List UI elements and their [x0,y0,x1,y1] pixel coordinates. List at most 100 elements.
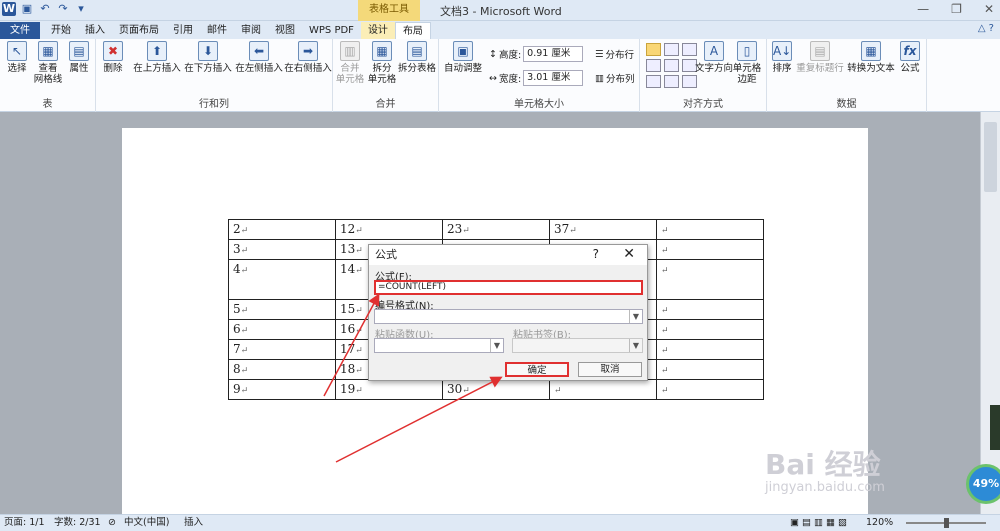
align-middle-left-icon[interactable] [646,59,661,72]
text-direction-icon: A [704,41,724,61]
restore-icon[interactable]: ❐ [951,2,962,16]
insert-below-button[interactable]: ⬇ 在下方插入 [183,41,233,74]
word-count[interactable]: 字数: 2/31 [54,515,101,531]
zoom-slider[interactable] [906,518,986,528]
width-input[interactable]: 3.01 厘米 [523,70,584,86]
table-cell[interactable]: 30↵ [442,379,550,400]
close-icon[interactable]: ✕ [984,2,994,16]
window-controls: — ❐ ✕ [917,2,994,16]
table-cell[interactable]: 2↵ [228,219,336,240]
save-icon[interactable]: ▣ [20,2,34,16]
dialog-help-icon[interactable]: ? [593,247,599,261]
convert-to-text-button[interactable]: ▦ 转换为文本 [847,41,895,74]
table-cell[interactable]: ↵ [656,219,764,240]
table-cell[interactable]: 23↵ [442,219,550,240]
height-input[interactable]: 0.91 厘米 [523,46,584,62]
align-middle-center-icon[interactable] [664,59,679,72]
table-cell[interactable]: ↵ [656,259,764,300]
table-row[interactable]: 9↵ 19↵ 30↵ ↵ ↵ [228,379,764,400]
redo-icon[interactable]: ↷ [56,2,70,16]
align-top-left-icon[interactable] [646,43,661,56]
tab-layout[interactable]: 布局 [394,22,431,39]
table-tools-context-label: 表格工具 [358,0,420,21]
scrollbar-thumb[interactable] [984,122,997,192]
group-data: A↓ 排序 ▤ 重复标题行 ▦ 转换为文本 fx 公式 数据 [767,39,927,112]
table-cell[interactable]: 7↵ [228,339,336,360]
sort-button[interactable]: A↓ 排序 [769,41,795,74]
table-cell[interactable]: 3↵ [228,239,336,260]
table-cell[interactable]: 6↵ [228,319,336,340]
table-cell[interactable]: ↵ [549,379,657,400]
align-bottom-left-icon[interactable] [646,75,661,88]
table-cell[interactable]: 8↵ [228,359,336,380]
formula-button[interactable]: fx 公式 [897,41,923,74]
properties-button[interactable]: ▤ 属性 [66,41,92,74]
table-row[interactable]: 2↵ 12↵ 23↵ 37↵ ↵ [228,219,764,240]
language-indicator[interactable]: 中文(中国) [124,515,169,531]
table-cell[interactable]: 12↵ [335,219,443,240]
tab-file[interactable]: 文件 [0,22,40,39]
table-cell[interactable]: 19↵ [335,379,443,400]
text-direction-button[interactable]: A 文字方向 [694,41,734,74]
table-cell[interactable]: 5↵ [228,299,336,320]
view-gridlines-button[interactable]: ▦ 查看 网格线 [32,41,64,85]
split-cells-icon: ▦ [372,41,392,61]
table-cell[interactable]: 37↵ [549,219,657,240]
cell-margins-button[interactable]: ▯ 单元格 边距 [732,41,762,85]
paste-bookmark-select[interactable]: ▼ [512,338,643,353]
split-cells-button[interactable]: ▦ 拆分 单元格 [367,41,397,85]
insert-above-button[interactable]: ⬆ 在上方插入 [132,41,182,74]
number-format-select[interactable]: ▼ [374,309,643,324]
cancel-button[interactable]: 取消 [578,362,642,377]
tab-view[interactable]: 视图 [268,22,302,39]
table-cell[interactable]: 4↵ [228,259,336,300]
quick-access-toolbar: W ▣ ↶ ↷ ▾ [2,2,88,16]
align-top-center-icon[interactable] [664,43,679,56]
paragraph-mark-icon: ↵ [661,386,669,396]
select-button[interactable]: ↖ 选择 [4,41,30,74]
table-cell[interactable]: ↵ [656,299,764,320]
align-bottom-center-icon[interactable] [664,75,679,88]
table-cell[interactable]: ↵ [656,359,764,380]
insert-right-button[interactable]: ➡ 在右侧插入 [283,41,333,74]
tab-review[interactable]: 审阅 [234,22,268,39]
cursor-icon: ↖ [7,41,27,61]
table-cell[interactable]: ↵ [656,379,764,400]
split-table-button[interactable]: ▤ 拆分表格 [397,41,437,74]
undo-icon[interactable]: ↶ [38,2,52,16]
zoom-level[interactable]: 120% [866,515,893,531]
tab-mailings[interactable]: 邮件 [200,22,234,39]
repeat-header-button[interactable]: ▤ 重复标题行 [795,41,845,74]
paste-function-select[interactable]: ▼ [374,338,504,353]
cell-text: 8 [233,362,241,376]
autofit-button[interactable]: ▣ 自动调整 [441,41,485,74]
help-icon[interactable]: △ ? [978,23,994,34]
zoom-slider-knob[interactable] [944,518,949,528]
dialog-close-icon[interactable]: ✕ [623,246,635,262]
table-cell[interactable]: ↵ [656,319,764,340]
ok-button[interactable]: 确定 [505,362,569,377]
formula-input[interactable]: =COUNT(LEFT) [374,280,643,295]
tab-design[interactable]: 设计 [360,22,395,39]
proofing-icon[interactable]: ⊘ [108,515,116,531]
customize-qa-icon[interactable]: ▾ [74,2,88,16]
distribute-cols-button[interactable]: ▥ 分布列 [595,71,635,86]
view-mode-icons[interactable]: ▣ ▤ ▥ ▦ ▧ [790,515,847,531]
minimize-icon[interactable]: — [917,2,929,16]
align-bottom-right-icon[interactable] [682,75,697,88]
insert-mode[interactable]: 插入 [184,515,203,531]
delete-button[interactable]: ✖ 删除 [100,41,126,74]
page-count[interactable]: 页面: 1/1 [4,515,45,531]
insert-left-button[interactable]: ⬅ 在左侧插入 [234,41,284,74]
tab-insert[interactable]: 插入 [78,22,112,39]
tab-page-layout[interactable]: 页面布局 [112,22,166,39]
table-cell[interactable]: ↵ [656,239,764,260]
distribute-rows-button[interactable]: ☰ 分布行 [595,47,634,62]
tab-home[interactable]: 开始 [44,22,78,39]
tab-references[interactable]: 引用 [166,22,200,39]
vertical-scrollbar[interactable] [980,112,1000,514]
tab-wps-pdf[interactable]: WPS PDF [302,22,361,39]
table-cell[interactable]: 9↵ [228,379,336,400]
merge-cells-button[interactable]: ▥ 合并 单元格 [335,41,365,85]
table-cell[interactable]: ↵ [656,339,764,360]
